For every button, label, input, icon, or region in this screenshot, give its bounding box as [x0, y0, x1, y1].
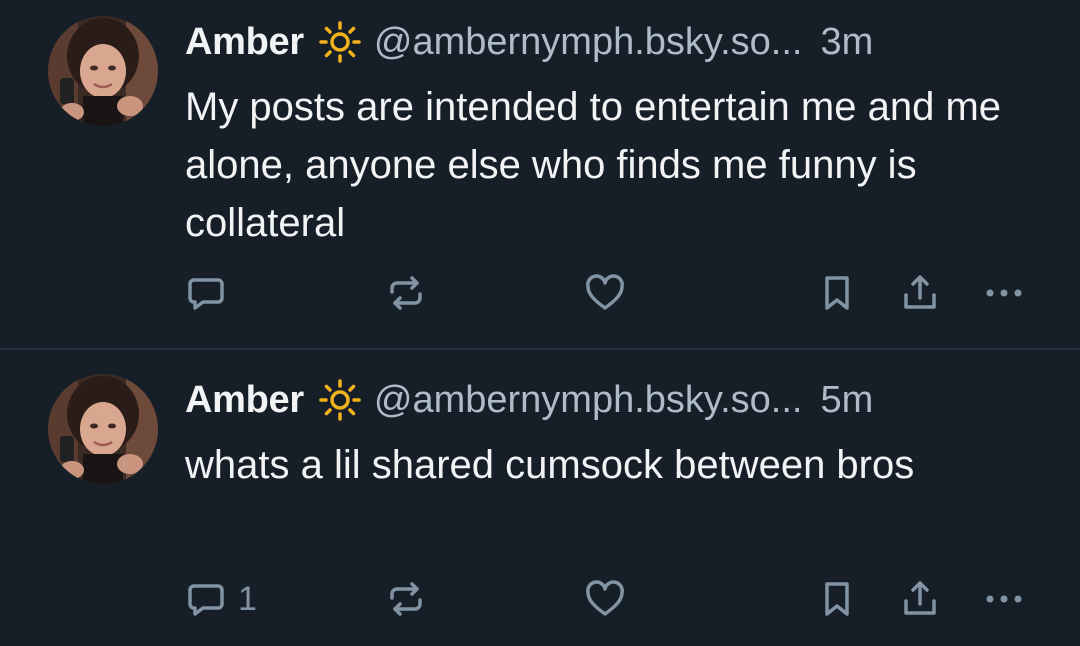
author-display-name[interactable]: Amber: [185, 21, 304, 64]
sun-icon: [318, 378, 362, 422]
post-text: My posts are intended to entertain me an…: [185, 85, 1002, 245]
speech-bubble-icon: [186, 273, 226, 313]
heart-icon: [584, 579, 626, 619]
sun-icon: [318, 20, 362, 64]
repost-button[interactable]: [386, 574, 426, 624]
share-button[interactable]: [900, 574, 940, 624]
like-button[interactable]: [584, 574, 626, 624]
bookmark-icon: [820, 579, 854, 619]
bookmark-icon: [820, 273, 854, 313]
avatar[interactable]: [48, 374, 158, 484]
reply-button[interactable]: 1: [186, 574, 257, 624]
reply-button[interactable]: [186, 268, 238, 318]
post[interactable]: Amber @ambernymph.bsky.so: [0, 350, 1080, 646]
share-upload-icon: [900, 579, 940, 619]
share-button[interactable]: [900, 268, 940, 318]
avatar[interactable]: [48, 16, 158, 126]
more-options-button[interactable]: [982, 268, 1026, 318]
post[interactable]: Amber @ambernymph.bsky.so: [0, 0, 1080, 349]
post-feed: Amber @ambernymph.bsky.so... 3m My posts…: [0, 0, 1080, 646]
repost-arrows-icon: [386, 579, 426, 619]
bookmark-button[interactable]: [820, 574, 854, 624]
author-handle[interactable]: @ambernymph.bsky.so...: [374, 379, 803, 422]
post-timestamp[interactable]: 3m: [820, 21, 873, 64]
heart-icon: [584, 273, 626, 313]
share-upload-icon: [900, 273, 940, 313]
repost-button[interactable]: [386, 268, 426, 318]
post-timestamp[interactable]: 5m: [820, 379, 873, 422]
post-text: whats a lil shared cumsock between bros: [185, 443, 915, 487]
author-handle[interactable]: @ambernymph.bsky.so...: [374, 21, 803, 64]
post-header: Amber @ambernymph.bsky.so: [185, 17, 873, 67]
bookmark-button[interactable]: [820, 268, 854, 318]
speech-bubble-icon: [186, 579, 226, 619]
reply-count: 1: [238, 579, 257, 618]
post-actions: 1: [0, 574, 1080, 624]
post-header: Amber @ambernymph.bsky.so: [185, 375, 873, 425]
like-button[interactable]: [584, 268, 626, 318]
ellipsis-icon: [982, 273, 1026, 313]
repost-arrows-icon: [386, 273, 426, 313]
ellipsis-icon: [982, 579, 1026, 619]
author-display-name[interactable]: Amber: [185, 379, 304, 422]
post-actions: [0, 268, 1080, 318]
more-options-button[interactable]: [982, 574, 1026, 624]
